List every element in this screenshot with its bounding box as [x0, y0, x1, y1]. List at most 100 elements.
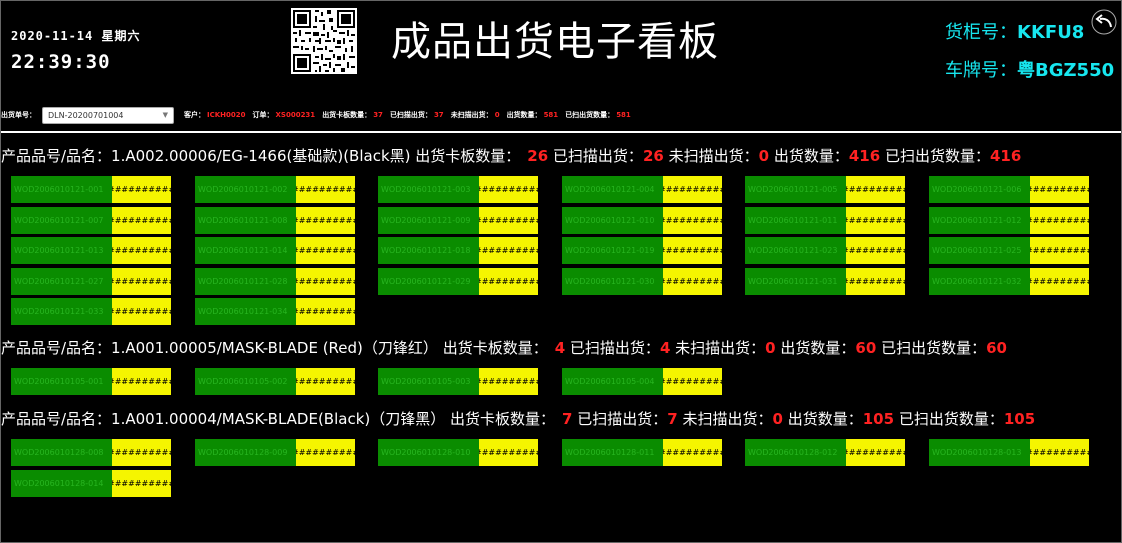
pallet-status: ##########	[1030, 237, 1089, 264]
pallet-tile[interactable]: WOD2006010105-001##########	[11, 368, 171, 395]
pallet-status: ##########	[296, 268, 355, 295]
scanned-count-label: 已扫描出货：	[389, 111, 432, 119]
pallet-code: WOD2006010121-034	[195, 298, 296, 325]
pallet-status: ##########	[846, 439, 905, 466]
pallet-status: ##########	[663, 439, 722, 466]
pallet-tile[interactable]: WOD2006010128-010##########	[378, 439, 538, 466]
pallet-code: WOD2006010121-007	[11, 207, 112, 234]
pallet-label: 出货卡板数量：	[445, 410, 556, 428]
pallet-status: ##########	[1030, 207, 1089, 234]
pallet-tile[interactable]: WOD2006010121-001##########	[11, 176, 171, 203]
pallet-code: WOD2006010128-008	[11, 439, 112, 466]
unscanned-label: 未扫描出货：	[682, 410, 773, 428]
product-group-header: 产品品号/品名：1.A001.00004/MASK-BLADE(Black)（刀…	[1, 408, 1035, 429]
pallet-tile[interactable]: WOD2006010121-019##########	[562, 237, 722, 264]
customer-label: 客户：	[184, 111, 205, 119]
shipment-label: 出货单号：	[1, 111, 36, 119]
customer-value: ICKH0020	[207, 111, 246, 119]
shipment-select[interactable]: DLN-20200701004 ▼	[42, 106, 174, 124]
pallet-code: WOD2006010121-010	[562, 207, 663, 234]
pallet-tile[interactable]: WOD2006010121-005##########	[745, 176, 905, 203]
pallet-tile[interactable]: WOD2006010121-027##########	[11, 268, 171, 295]
product-name: 产品品号/品名：1.A001.00004/MASK-BLADE(Black)（刀…	[1, 410, 446, 428]
pallet-tile[interactable]: WOD2006010121-012##########	[929, 207, 1089, 234]
pallet-tile[interactable]: WOD2006010121-018##########	[378, 237, 538, 264]
plate-label: 车牌号：	[945, 60, 1017, 81]
pallet-value: 7	[562, 410, 573, 428]
pallet-status: ##########	[112, 176, 171, 203]
pallet-status: ##########	[1030, 176, 1089, 203]
scanned-qty-value: 105	[1003, 410, 1036, 428]
pallet-tile[interactable]: WOD2006010121-013##########	[11, 237, 171, 264]
pallet-tile[interactable]: WOD2006010128-011##########	[562, 439, 722, 466]
pallet-tile[interactable]: WOD2006010121-006##########	[929, 176, 1089, 203]
pallet-tile[interactable]: WOD2006010121-010##########	[562, 207, 722, 234]
shipment-kanban-board: 2020-11-14 星期六 22:39:30 成品出货电子看板 货柜号：KKF…	[0, 0, 1122, 543]
pallet-tile[interactable]: WOD2006010121-002##########	[195, 176, 355, 203]
pallet-tile[interactable]: WOD2006010105-004##########	[562, 368, 722, 395]
product-name: 产品品号/品名：1.A002.00006/EG-1466(基础款)(Black黑…	[1, 147, 411, 165]
pallet-status: ##########	[846, 237, 905, 264]
pallet-status: ##########	[112, 207, 171, 234]
pallet-tile[interactable]: WOD2006010121-028##########	[195, 268, 355, 295]
scanned-label: 已扫描出货：	[552, 147, 643, 165]
scanned-label: 已扫描出货：	[569, 339, 660, 357]
pallet-status: ##########	[296, 237, 355, 264]
pallet-tile[interactable]: WOD2006010128-008##########	[11, 439, 171, 466]
back-arrow-icon[interactable]	[1091, 9, 1117, 35]
shipment-select-value: DLN-20200701004	[48, 110, 124, 120]
pallet-status: ##########	[112, 470, 171, 497]
pallet-tile[interactable]: WOD2006010121-030##########	[562, 268, 722, 295]
pallet-tile[interactable]: WOD2006010121-032##########	[929, 268, 1089, 295]
pallet-status: ##########	[1030, 268, 1089, 295]
pallet-tile[interactable]: WOD2006010121-033##########	[11, 298, 171, 325]
pallet-tile[interactable]: WOD2006010128-013##########	[929, 439, 1089, 466]
pallet-code: WOD2006010128-009	[195, 439, 296, 466]
pallet-tile[interactable]: WOD2006010121-023##########	[745, 237, 905, 264]
header-divider	[1, 131, 1121, 133]
page-title: 成品出货电子看板	[391, 19, 719, 65]
pallet-status: ##########	[479, 207, 538, 234]
pallet-label: 出货卡板数量：	[437, 339, 548, 357]
order-label: 订单：	[252, 111, 274, 119]
pallet-tile[interactable]: WOD2006010121-029##########	[378, 268, 538, 295]
qr-code-icon	[291, 8, 357, 74]
pallet-tile[interactable]: WOD2006010105-002##########	[195, 368, 355, 395]
pallet-code: WOD2006010121-006	[929, 176, 1030, 203]
pallet-code: WOD2006010121-005	[745, 176, 846, 203]
pallet-status: ##########	[846, 176, 905, 203]
pallet-code: WOD2006010105-001	[11, 368, 112, 395]
scanned-count-value: 37	[433, 111, 444, 119]
product-name: 产品品号/品名：1.A001.00005/MASK-BLADE (Red)（刀锋…	[1, 339, 438, 357]
pallet-tile[interactable]: WOD2006010121-011##########	[745, 207, 905, 234]
unscanned-count-value: 0	[494, 111, 500, 119]
pallet-tile[interactable]: WOD2006010128-012##########	[745, 439, 905, 466]
pallet-tile[interactable]: WOD2006010121-025##########	[929, 237, 1089, 264]
pallet-tile[interactable]: WOD2006010121-008##########	[195, 207, 355, 234]
pallet-value: 26	[527, 147, 549, 165]
pallet-code: WOD2006010121-031	[745, 268, 846, 295]
pallet-tile[interactable]: WOD2006010105-003##########	[378, 368, 538, 395]
pallet-code: WOD2006010121-013	[11, 237, 112, 264]
pallet-status: ##########	[663, 176, 722, 203]
pallet-tile[interactable]: WOD2006010121-034##########	[195, 298, 355, 325]
pallet-code: WOD2006010128-011	[562, 439, 663, 466]
datetime-panel: 2020-11-14 星期六 22:39:30	[11, 27, 151, 73]
pallet-tile[interactable]: WOD2006010121-014##########	[195, 237, 355, 264]
pallet-status: ##########	[663, 237, 722, 264]
pallet-tile[interactable]: WOD2006010121-009##########	[378, 207, 538, 234]
pallet-code: WOD2006010121-012	[929, 207, 1030, 234]
pallet-count-label: 出货卡板数量：	[322, 111, 372, 119]
pallet-status: ##########	[479, 268, 538, 295]
pallet-tile[interactable]: WOD2006010128-009##########	[195, 439, 355, 466]
scanned-qty-value: 581	[616, 111, 631, 119]
pallet-tile[interactable]: WOD2006010128-014##########	[11, 470, 171, 497]
pallet-code: WOD2006010128-010	[378, 439, 479, 466]
pallet-tile[interactable]: WOD2006010121-004##########	[562, 176, 722, 203]
pallet-code: WOD2006010121-027	[11, 268, 112, 295]
pallet-tile[interactable]: WOD2006010121-007##########	[11, 207, 171, 234]
scanned-qty-value: 416	[989, 147, 1022, 165]
pallet-status: ##########	[846, 207, 905, 234]
pallet-tile[interactable]: WOD2006010121-003##########	[378, 176, 538, 203]
pallet-tile[interactable]: WOD2006010121-031##########	[745, 268, 905, 295]
